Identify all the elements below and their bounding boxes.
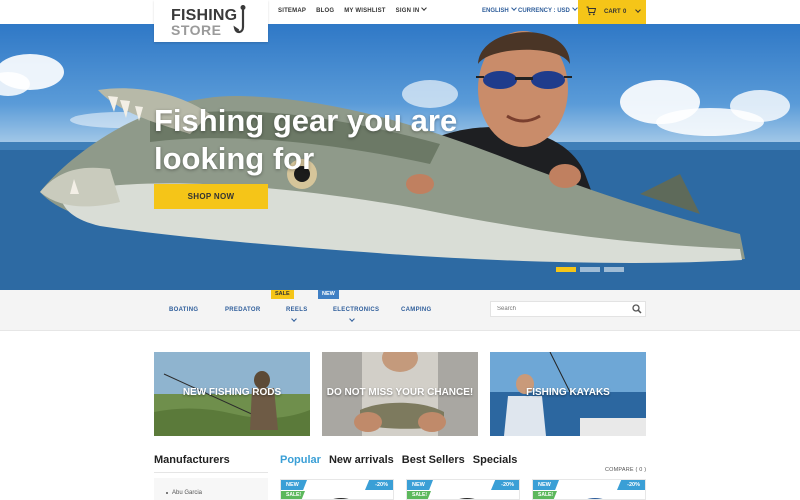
chevron-down-icon xyxy=(421,5,428,11)
shop-now-button[interactable]: SHOP NOW xyxy=(154,184,268,209)
product-card[interactable]: NEW SALE! -20% xyxy=(280,479,394,500)
new-label: NEW xyxy=(281,480,307,490)
sign-in-label: SIGN IN xyxy=(395,8,420,14)
product-card[interactable]: NEW SALE! -20% xyxy=(532,479,646,500)
cart-button[interactable]: CART 0 xyxy=(578,0,646,24)
banner-label: NEW FISHING RODS xyxy=(182,387,282,398)
divider xyxy=(154,472,268,473)
product-card[interactable]: NEW SALE! -20% xyxy=(406,479,520,500)
category-electronics[interactable]: ELECTRONICS xyxy=(333,307,379,313)
cart-count: 0 xyxy=(623,9,627,15)
category-boating[interactable]: BOATING xyxy=(169,307,198,313)
tab-popular[interactable]: Popular xyxy=(280,454,321,466)
banner-label: DO NOT MISS YOUR CHANCE! xyxy=(326,387,474,398)
manufacturer-link[interactable]: Abu Garcia xyxy=(172,490,202,496)
language-selector[interactable]: ENGLISH xyxy=(482,5,517,14)
product-tabs: Popular New arrivals Best Sellers Specia… xyxy=(280,454,517,466)
logo-text-line2: STORE xyxy=(171,22,222,38)
banner-kayaks[interactable]: FISHING KAYAKS xyxy=(490,352,646,436)
tab-new-arrivals[interactable]: New arrivals xyxy=(329,454,394,466)
new-badge: NEW xyxy=(318,290,339,299)
tab-specials[interactable]: Specials xyxy=(473,454,518,466)
chevron-down-icon xyxy=(572,5,578,11)
discount-label: -20% xyxy=(617,480,645,490)
cart-icon xyxy=(586,6,596,16)
hero-slider[interactable]: Fishing gear you are looking for SHOP NO… xyxy=(0,24,800,290)
slider-dot-1[interactable] xyxy=(556,267,576,272)
hero-title-line2: looking for xyxy=(154,141,315,176)
nav-sign-in-link[interactable]: SIGN IN xyxy=(395,5,428,14)
tab-best-sellers[interactable]: Best Sellers xyxy=(402,454,465,466)
discount-label: -20% xyxy=(365,480,393,490)
compare-button[interactable]: COMPARE ( 0 ) xyxy=(605,467,646,473)
top-nav: SITEMAP BLOG MY WISHLIST SIGN IN xyxy=(278,5,428,14)
cart-label: CART xyxy=(604,9,621,15)
product-image xyxy=(333,498,349,499)
currency-selector[interactable]: CURRENCY : USD xyxy=(518,5,578,14)
bullet-icon xyxy=(166,492,168,494)
hero-title: Fishing gear you are looking for xyxy=(154,102,514,178)
sale-badge: SALE xyxy=(271,290,294,299)
language-label: ENGLISH xyxy=(482,8,509,14)
sale-label: SALE! xyxy=(533,491,557,499)
fishhook-icon xyxy=(233,5,246,34)
nav-sitemap-link[interactable]: SITEMAP xyxy=(278,8,306,14)
category-reels[interactable]: REELS xyxy=(286,307,308,313)
category-camping[interactable]: CAMPING xyxy=(401,307,431,313)
currency-label: CURRENCY : USD xyxy=(518,8,570,14)
slider-dot-2[interactable] xyxy=(580,267,600,272)
banner-chance[interactable]: DO NOT MISS YOUR CHANCE! xyxy=(322,352,478,436)
category-menu: BOATING PREDATOR SALE REELS NEW ELECTRON… xyxy=(0,290,800,331)
discount-label: -20% xyxy=(491,480,519,490)
sale-label: SALE! xyxy=(407,491,431,499)
manufacturers-list xyxy=(154,478,268,500)
sale-label: SALE! xyxy=(281,491,305,499)
product-image xyxy=(459,498,475,499)
nav-wishlist-link[interactable]: MY WISHLIST xyxy=(344,8,385,14)
chevron-down-icon xyxy=(349,316,355,322)
chevron-down-icon xyxy=(510,5,517,11)
chevron-down-icon xyxy=(291,316,297,322)
new-label: NEW xyxy=(533,480,559,490)
new-label: NEW xyxy=(407,480,433,490)
slider-dot-3[interactable] xyxy=(604,267,624,272)
slider-pagination xyxy=(556,267,624,272)
nav-blog-link[interactable]: BLOG xyxy=(316,8,334,14)
manufacturers-title: Manufacturers xyxy=(154,454,230,466)
banner-label: FISHING KAYAKS xyxy=(526,387,610,398)
search-box xyxy=(490,301,646,317)
search-icon[interactable] xyxy=(632,304,642,314)
chevron-down-icon xyxy=(635,7,641,13)
store-logo[interactable]: FISHING STORE xyxy=(154,0,268,42)
banner-fishing-rods[interactable]: NEW FISHING RODS xyxy=(154,352,310,436)
search-input[interactable] xyxy=(491,302,627,316)
category-predator[interactable]: PREDATOR xyxy=(225,307,261,313)
hero-title-line1: Fishing gear you are xyxy=(154,103,458,138)
product-image xyxy=(587,498,603,499)
top-header: SITEMAP BLOG MY WISHLIST SIGN IN ENGLISH… xyxy=(0,0,800,24)
